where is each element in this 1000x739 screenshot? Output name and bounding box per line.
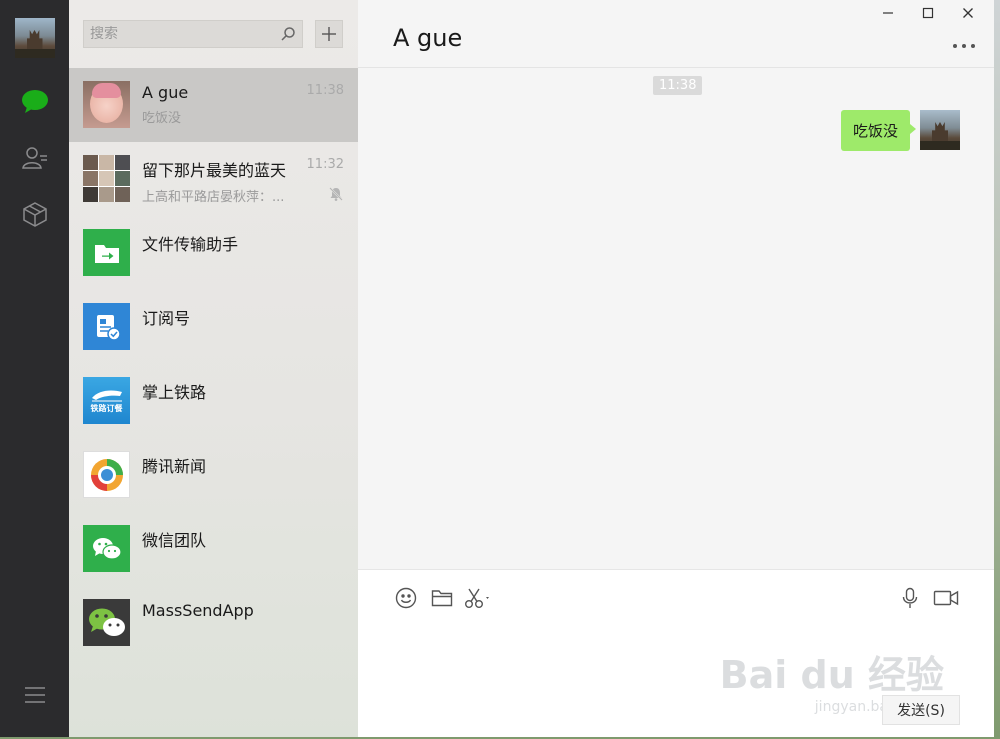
conversation-item[interactable]: 腾讯新闻: [69, 438, 358, 512]
emoji-button[interactable]: [388, 586, 424, 610]
more-dots-icon: [953, 44, 975, 48]
maximize-button[interactable]: [908, 2, 948, 24]
search-box[interactable]: [83, 20, 303, 48]
voice-button[interactable]: [892, 586, 928, 610]
close-button[interactable]: [948, 2, 988, 24]
muted-bell-icon: [329, 187, 343, 201]
message-bubble[interactable]: 吃饭没: [840, 110, 917, 151]
conversation-name: 腾讯新闻: [142, 457, 207, 476]
chat-header: A gue: [358, 0, 994, 68]
video-camera-icon: [933, 590, 959, 606]
nav-bar: [0, 0, 69, 737]
message-timestamp: 11:38: [653, 76, 703, 95]
message-row: 吃饭没: [840, 110, 960, 151]
chat-panel: A gue 11:38 吃饭没 Bai du 经验 jingyan.baidu.…: [358, 0, 994, 737]
conversation-preview: 上高和平路店晏秋萍：...: [142, 190, 285, 205]
screenshot-button[interactable]: [460, 586, 496, 610]
conversation-list: A gue 吃饭没 11:38 留下那片最美的蓝天 上高和平路店晏秋萍：... …: [69, 0, 358, 737]
nav-favorites-button[interactable]: [0, 186, 69, 242]
subscription-icon: [83, 303, 130, 350]
message-input[interactable]: [388, 622, 958, 682]
conversation-time: 11:32: [306, 157, 344, 172]
cube-icon: [22, 202, 47, 227]
message-area: 11:38 吃饭没: [358, 68, 994, 569]
composer: Bai du 经验 jingyan.baidu.com 发送(S): [358, 569, 994, 737]
more-button[interactable]: [952, 34, 976, 53]
group-collage-avatar: [83, 155, 130, 202]
conversation-item[interactable]: 微信团队: [69, 512, 358, 586]
wechat-team-icon: [83, 525, 130, 572]
plus-icon: [322, 27, 336, 41]
maximize-icon: [922, 7, 934, 19]
conversation-name: 文件传输助手: [142, 235, 239, 254]
conversation-item[interactable]: 订阅号: [69, 290, 358, 364]
file-transfer-icon: [83, 229, 130, 276]
conversation-name: MassSendApp: [142, 601, 254, 620]
video-call-button[interactable]: [928, 586, 964, 610]
conversation-name: 微信团队: [142, 531, 207, 550]
mass-send-icon: [83, 599, 130, 646]
hamburger-icon: [24, 687, 45, 703]
composer-toolbar-right: [892, 586, 964, 610]
send-button[interactable]: 发送(S): [882, 695, 960, 725]
baby-photo-avatar: [83, 81, 130, 128]
conversation-time: 11:38: [306, 83, 344, 98]
conversation-name: 订阅号: [142, 309, 191, 328]
emoji-icon: [395, 587, 417, 609]
conversation-item[interactable]: A gue 吃饭没 11:38: [69, 68, 358, 142]
search-icon[interactable]: [280, 26, 296, 42]
add-button[interactable]: [315, 20, 343, 48]
scissors-icon: [465, 588, 489, 608]
my-avatar[interactable]: [14, 18, 55, 58]
conversation-preview: 吃饭没: [142, 111, 182, 126]
nav-contacts-button[interactable]: [0, 130, 69, 186]
contacts-icon: [21, 147, 47, 169]
conversation-item[interactable]: MassSendApp: [69, 586, 358, 660]
close-icon: [963, 8, 973, 18]
conversation-item[interactable]: 留下那片最美的蓝天 上高和平路店晏秋萍：... 11:32: [69, 142, 358, 216]
railway-icon-text: 铁路订餐: [90, 403, 123, 413]
sender-avatar[interactable]: [920, 110, 960, 150]
railway-icon: 铁路订餐: [83, 377, 130, 424]
chat-icon: [21, 90, 48, 113]
file-button[interactable]: [424, 586, 460, 610]
minimize-button[interactable]: [868, 2, 908, 24]
conversation-item[interactable]: 铁路订餐 掌上铁路: [69, 364, 358, 438]
list-header: [69, 0, 358, 68]
minimize-icon: [883, 12, 893, 14]
wechat-window: A gue 吃饭没 11:38 留下那片最美的蓝天 上高和平路店晏秋萍：... …: [0, 0, 994, 737]
nav-menu-button[interactable]: [0, 667, 69, 723]
conversation-item[interactable]: 文件传输助手: [69, 216, 358, 290]
search-input[interactable]: [90, 26, 280, 42]
folder-icon: [431, 590, 453, 607]
composer-toolbar: [388, 586, 496, 610]
microphone-icon: [902, 587, 918, 608]
chat-title: A gue: [393, 24, 463, 52]
nav-chat-button[interactable]: [0, 74, 69, 130]
conversation-name: 掌上铁路: [142, 383, 207, 402]
window-controls: [868, 2, 988, 24]
tencent-news-icon: [83, 451, 130, 498]
